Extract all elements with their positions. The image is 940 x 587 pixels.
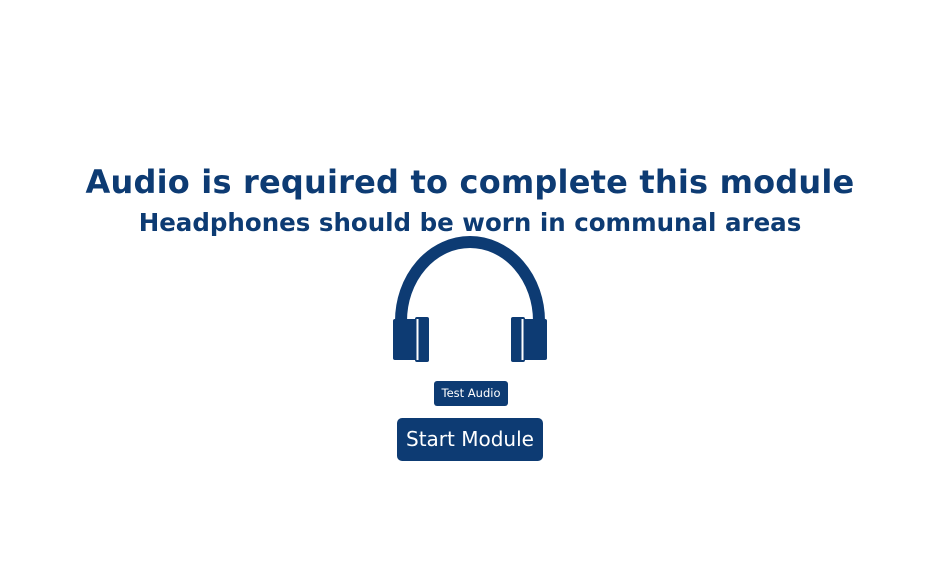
test-audio-button[interactable]: Test Audio — [434, 381, 508, 406]
page-subtitle: Headphones should be worn in communal ar… — [138, 208, 802, 238]
page-title: Audio is required to complete this modul… — [85, 163, 855, 202]
start-module-button[interactable]: Start Module — [397, 418, 543, 461]
headphones-icon — [391, 236, 549, 366]
